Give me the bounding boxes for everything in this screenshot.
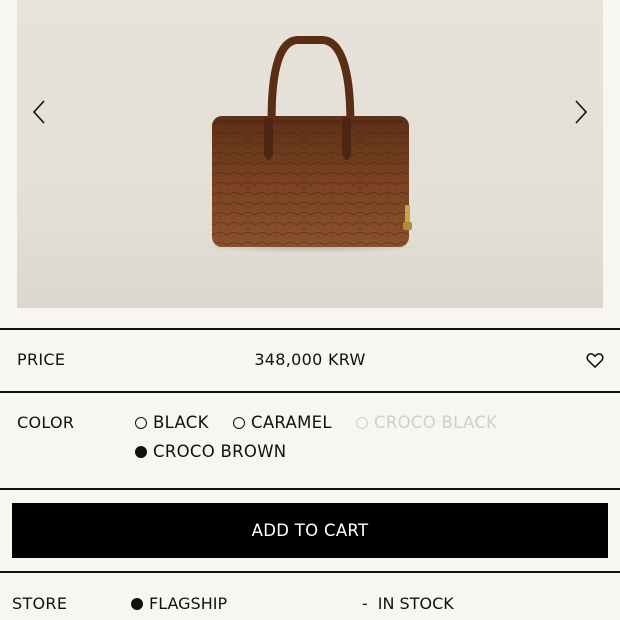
radio-unselected-icon — [233, 416, 245, 429]
price-value: 348,000 KRW — [254, 350, 366, 369]
gallery-prev-button[interactable] — [27, 96, 51, 128]
radio-unselected-icon — [135, 416, 147, 429]
color-option-label: CROCO BLACK — [374, 413, 498, 432]
product-image — [200, 36, 420, 253]
chevron-right-icon — [575, 100, 588, 124]
color-option-caramel[interactable]: CARAMEL — [233, 413, 332, 432]
color-option-label: CARAMEL — [251, 413, 332, 432]
wishlist-button[interactable] — [585, 350, 605, 370]
store-name: FLAGSHIP — [149, 594, 228, 613]
color-label: COLOR — [17, 413, 75, 432]
store-label: STORE — [12, 594, 68, 613]
price-label: PRICE — [17, 350, 66, 369]
color-option-croco-black: CROCO BLACK — [356, 413, 497, 432]
color-option-label: CROCO BROWN — [153, 442, 287, 461]
chevron-left-icon — [32, 100, 45, 124]
add-to-cart-button[interactable]: ADD TO CART — [12, 503, 608, 558]
stock-separator: - — [362, 594, 368, 613]
divider — [0, 391, 620, 393]
radio-disabled-icon — [356, 416, 368, 429]
color-option-label: BLACK — [153, 413, 209, 432]
gallery-next-button[interactable] — [569, 96, 593, 128]
divider — [0, 328, 620, 330]
heart-icon — [586, 353, 604, 368]
color-option-croco-brown[interactable]: CROCO BROWN — [135, 442, 286, 461]
divider — [0, 571, 620, 573]
radio-selected-icon — [135, 445, 147, 458]
divider — [0, 488, 620, 490]
stock-status: - IN STOCK — [362, 594, 454, 613]
store-option-flagship[interactable]: FLAGSHIP — [131, 594, 227, 613]
radio-selected-icon — [131, 597, 143, 610]
color-option-black[interactable]: BLACK — [135, 413, 209, 432]
stock-status-text: IN STOCK — [377, 594, 454, 613]
product-image-gallery[interactable] — [17, 0, 603, 308]
